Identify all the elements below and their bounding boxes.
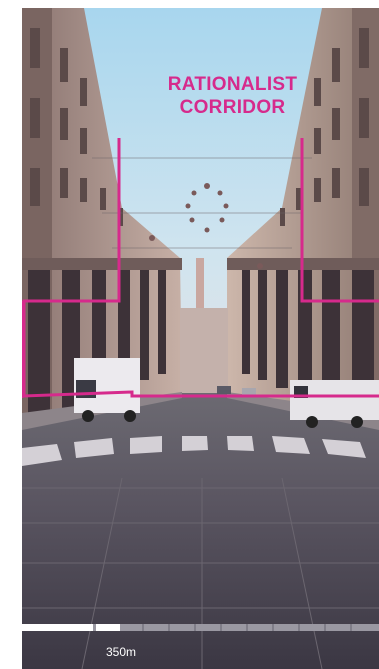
street-photo: RATIONALIST CORRIDOR 350m — [22, 8, 379, 669]
overlay-title-line1: RATIONALIST — [167, 74, 298, 95]
overlay-title-line2: CORRIDOR — [179, 97, 286, 118]
white-van — [74, 358, 140, 422]
scale-bar-label: 350m — [106, 645, 137, 659]
scale-bar — [22, 624, 379, 631]
image-frame: RATIONALIST CORRIDOR 350m — [0, 0, 379, 669]
